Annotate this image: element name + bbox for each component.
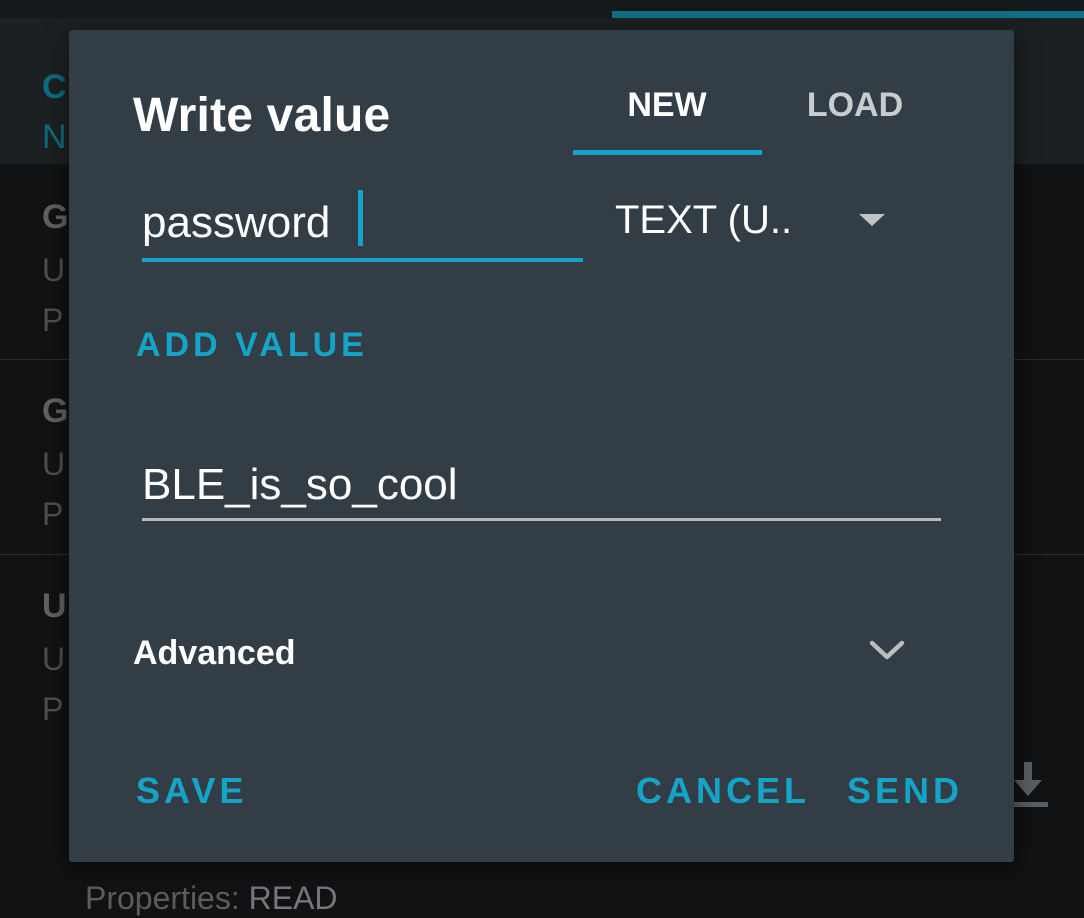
value-name-text: password	[142, 198, 331, 247]
tab-load[interactable]: LOAD	[781, 86, 929, 125]
value-input-text: BLE_is_so_cool	[142, 460, 458, 509]
add-value-button[interactable]: ADD VALUE	[136, 326, 368, 365]
save-button[interactable]: SAVE	[136, 770, 247, 812]
background-header-subtitle: N	[42, 118, 67, 156]
list-item-properties: P	[42, 496, 64, 532]
tab-new[interactable]: NEW	[573, 86, 761, 125]
write-value-dialog: Write value NEW LOAD password TEXT (U.. …	[69, 30, 1014, 862]
dropdown-arrow-icon[interactable]	[859, 214, 885, 226]
cancel-button[interactable]: CANCEL	[636, 770, 810, 812]
list-item-uuid: U	[42, 446, 66, 482]
list-item-title: U	[42, 587, 67, 625]
list-item-uuid: U	[42, 641, 66, 677]
properties-label: Properties:	[85, 880, 240, 916]
list-item-title: G	[42, 392, 69, 430]
value-type-select[interactable]: TEXT (U..	[615, 190, 915, 258]
advanced-section-toggle[interactable]: Advanced	[133, 634, 296, 673]
properties-value: READ	[248, 880, 338, 916]
value-type-selected: TEXT (U..	[615, 198, 793, 242]
list-item-properties: P	[42, 691, 64, 727]
list-item-title: G	[42, 198, 69, 236]
value-name-input[interactable]: password	[142, 190, 583, 262]
download-icon[interactable]	[1008, 760, 1048, 808]
active-tab-indicator	[573, 150, 762, 155]
background-header-title: C	[42, 68, 67, 106]
send-button[interactable]: SEND	[847, 770, 963, 812]
list-item-uuid: U	[42, 252, 66, 288]
background-properties: Properties: READ	[85, 880, 338, 917]
chevron-down-icon[interactable]	[869, 638, 905, 662]
dialog-title: Write value	[133, 89, 391, 142]
text-cursor	[358, 190, 363, 246]
background-tab-indicator	[612, 11, 1084, 18]
list-item-properties: P	[42, 302, 64, 338]
value-input[interactable]: BLE_is_so_cool	[142, 454, 941, 521]
